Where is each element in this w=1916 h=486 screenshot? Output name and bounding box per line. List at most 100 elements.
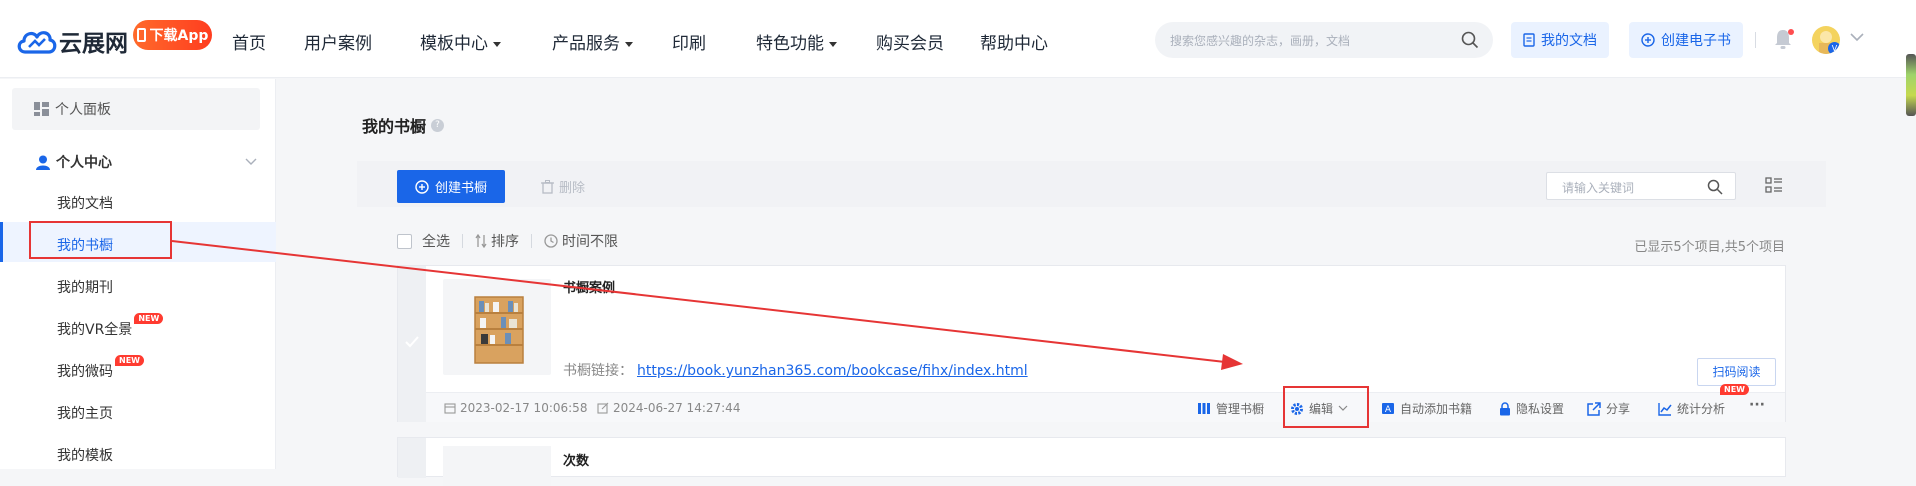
new-badge: NEW: [1720, 384, 1749, 395]
delete-button[interactable]: 删除: [541, 177, 585, 196]
sort-button[interactable]: 排序: [491, 231, 519, 251]
bookcase-thumbnail[interactable]: [443, 279, 551, 375]
user-icon: [36, 155, 50, 170]
bookcase-thumbnail[interactable]: [443, 446, 551, 486]
list-view-icon[interactable]: [1765, 177, 1783, 193]
share-icon: [1587, 401, 1601, 416]
search-icon[interactable]: [1461, 31, 1479, 49]
create-bookcase-button[interactable]: 创建书橱: [397, 170, 505, 203]
card-checkbox[interactable]: [398, 438, 426, 478]
time-filter-dropdown[interactable]: 时间不限: [562, 231, 618, 251]
page-title-text: 我的书橱: [362, 117, 427, 136]
statistics-button[interactable]: 统计分析: [1658, 400, 1725, 417]
filter-bar: 全选 排序 时间不限: [397, 231, 618, 251]
scan-to-read-button[interactable]: 扫码阅读: [1697, 358, 1776, 386]
chevron-down-icon[interactable]: [245, 158, 257, 166]
top-navigation-bar: 云展网 下载App 首页 用户案例 模板中心 产品服务 印刷 特色功能 购买会员…: [0, 0, 1916, 78]
chart-line-icon: [1658, 402, 1672, 416]
phone-icon: [136, 28, 146, 42]
bookcase-link-label: 书橱链接：: [563, 363, 633, 379]
document-icon: [1523, 33, 1535, 47]
sidebar-item-my-templates[interactable]: 我的模板: [57, 445, 113, 465]
caret-down-icon: [625, 41, 633, 47]
edit-icon: [597, 402, 609, 414]
sidebar-item-my-homepage[interactable]: 我的主页: [57, 403, 113, 423]
download-app-badge[interactable]: 下载App: [133, 20, 212, 50]
caret-down-icon: [829, 41, 837, 47]
nav-label: 特色功能: [756, 34, 824, 54]
bookshelf-icon: [474, 296, 524, 364]
manage-bookcase-label: 管理书橱: [1216, 402, 1265, 416]
auto-add-books-button[interactable]: A 自动添加书籍: [1381, 400, 1472, 417]
sidebar-item-label: 我的文档: [57, 196, 113, 212]
create-ebook-button[interactable]: 创建电子书: [1629, 22, 1743, 58]
nav-print[interactable]: 印刷: [672, 29, 706, 54]
new-badge: NEW: [115, 355, 144, 366]
bookcase-title[interactable]: 次数: [563, 450, 589, 469]
avatar[interactable]: V: [1812, 26, 1840, 54]
divider: [1755, 32, 1756, 48]
sidebar-item-my-documents[interactable]: 我的文档: [57, 193, 113, 213]
sidebar-item-my-periodicals[interactable]: 我的期刊: [57, 277, 113, 297]
divider: [462, 234, 463, 248]
keyword-search-input[interactable]: 请输入关键词: [1546, 172, 1736, 200]
bookcase-card[interactable]: 书橱案例 书橱链接： https://book.yunzhan365.com/bo…: [397, 265, 1786, 422]
toolbar: 创建书橱 删除 请输入关键词: [357, 161, 1826, 207]
logo[interactable]: 云展网: [15, 24, 128, 58]
delete-label: 删除: [559, 181, 586, 196]
select-all-checkbox[interactable]: [397, 233, 412, 249]
sidebar-item-my-microcode[interactable]: 我的微码NEW: [57, 355, 144, 381]
my-documents-button[interactable]: 我的文档: [1511, 22, 1609, 58]
active-item-bar: [0, 222, 3, 262]
plus-circle-icon: [1641, 33, 1655, 47]
chevron-down-icon[interactable]: [1850, 32, 1864, 42]
plus-circle-icon: [415, 179, 429, 194]
page-title: 我的书橱 ?: [362, 113, 445, 137]
create-bookcase-label: 创建书橱: [434, 181, 487, 196]
nav-label: 帮助中心: [980, 34, 1048, 54]
nav-label: 购买会员: [876, 34, 944, 54]
help-icon[interactable]: ?: [431, 118, 445, 132]
card-checkbox[interactable]: [398, 266, 426, 422]
keyword-placeholder: 请输入关键词: [1562, 181, 1635, 195]
privacy-settings-button[interactable]: 隐私设置: [1499, 400, 1564, 417]
nav-label: 首页: [232, 34, 266, 54]
personal-center-section[interactable]: 个人中心: [36, 152, 112, 172]
item-count-text: 已显示5个项目,共5个项目: [1634, 240, 1785, 255]
scrollbar-indicator[interactable]: [1906, 54, 1916, 116]
nav-buy-membership[interactable]: 购买会员: [876, 29, 944, 54]
search-icon[interactable]: [1707, 179, 1723, 195]
download-app-label: 下载App: [149, 28, 209, 44]
cloud-logo-icon: [17, 31, 57, 54]
nav-products[interactable]: 产品服务: [552, 29, 633, 54]
updated-time: 2024-06-27 14:27:44: [597, 401, 740, 415]
share-label: 分享: [1606, 402, 1631, 416]
bookcase-title[interactable]: 书橱案例: [563, 277, 615, 296]
nav-template-center[interactable]: 模板中心: [420, 29, 501, 54]
more-options-icon[interactable]: ···: [1749, 397, 1765, 413]
sidebar-item-label: 我的微码: [57, 364, 113, 380]
statistics-label: 统计分析: [1677, 402, 1726, 416]
nav-label: 用户案例: [304, 34, 372, 54]
bookcase-link[interactable]: https://book.yunzhan365.com/bookcase/fih…: [637, 363, 1028, 379]
nav-home[interactable]: 首页: [232, 29, 266, 54]
global-search-input[interactable]: 搜索您感兴趣的杂志，画册，文档: [1155, 22, 1493, 58]
calendar-icon: [444, 403, 456, 414]
trash-icon: [541, 179, 554, 194]
share-button[interactable]: 分享: [1587, 400, 1630, 417]
sidebar-item-my-vr[interactable]: 我的VR全景NEW: [57, 313, 164, 339]
personal-panel-button[interactable]: 个人面板: [12, 88, 260, 130]
nav-help-center[interactable]: 帮助中心: [980, 29, 1048, 54]
manage-bookcase-button[interactable]: 管理书橱: [1197, 400, 1264, 417]
bookcase-link-row: 书橱链接： https://book.yunzhan365.com/bookcas…: [563, 360, 1028, 380]
check-icon: [405, 336, 419, 348]
nav-user-cases[interactable]: 用户案例: [304, 29, 372, 54]
dashboard-grid-icon: [34, 102, 49, 116]
bookcase-card[interactable]: 次数: [397, 437, 1786, 486]
sidebar-item-label: 我的模板: [57, 448, 113, 464]
select-all-label[interactable]: 全选: [422, 231, 450, 251]
sidebar-item-label: 我的期刊: [57, 280, 113, 296]
nav-features[interactable]: 特色功能: [756, 29, 837, 54]
personal-panel-label: 个人面板: [55, 102, 111, 118]
caret-down-icon: [493, 41, 501, 47]
